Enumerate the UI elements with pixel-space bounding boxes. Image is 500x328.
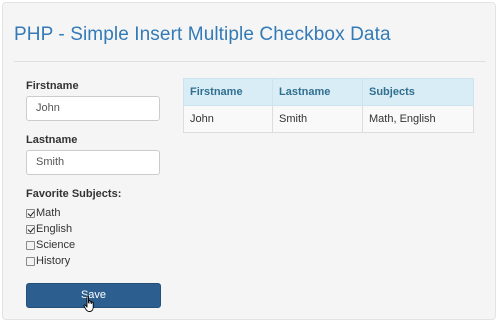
table-header-row: Firstname Lastname Subjects: [183, 78, 474, 106]
math-label: Math: [36, 207, 61, 219]
cell-lastname: Smith: [272, 105, 363, 133]
firstname-input[interactable]: John: [26, 96, 160, 121]
lastname-label: Lastname: [26, 134, 78, 146]
history-label: History: [36, 255, 71, 267]
history-checkbox[interactable]: [26, 256, 35, 266]
subject-option-science[interactable]: Science: [26, 239, 75, 251]
cell-subjects: Math, English: [362, 105, 474, 133]
subject-option-math[interactable]: Math: [26, 207, 60, 219]
subjects-table: Firstname Lastname Subjects John Smith M…: [183, 78, 474, 133]
firstname-label: Firstname: [26, 80, 79, 92]
science-checkbox[interactable]: [26, 240, 35, 250]
table-row: John Smith Math, English: [183, 105, 474, 133]
english-label: English: [36, 223, 73, 235]
subject-option-english[interactable]: English: [26, 223, 72, 235]
page-title: PHP - Simple Insert Multiple Checkbox Da…: [14, 24, 391, 45]
column-header-subjects: Subjects: [362, 78, 474, 106]
column-header-lastname: Lastname: [272, 78, 363, 106]
math-checkbox[interactable]: [26, 208, 35, 218]
english-checkbox[interactable]: [26, 224, 35, 234]
hand-cursor-icon: [83, 295, 94, 312]
subjects-label: Favorite Subjects:: [26, 188, 122, 200]
title-divider: [14, 61, 486, 62]
subject-option-history[interactable]: History: [26, 255, 70, 267]
column-header-firstname: Firstname: [183, 78, 273, 106]
lastname-input[interactable]: Smith: [26, 150, 160, 175]
cell-firstname: John: [183, 105, 273, 133]
science-label: Science: [36, 239, 76, 251]
